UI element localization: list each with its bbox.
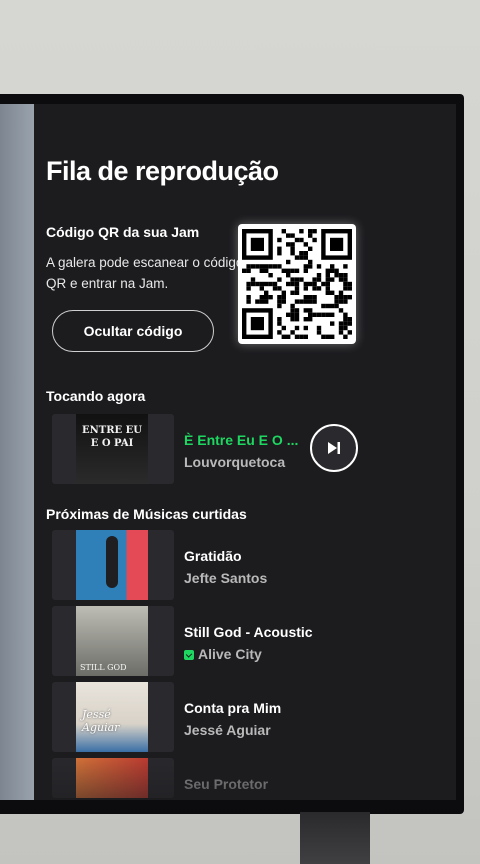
track-cover <box>52 530 174 600</box>
page-title: Fila de reprodução <box>46 156 279 186</box>
track-artist: Alive City <box>198 646 262 662</box>
jam-qr-code <box>238 224 356 344</box>
tv-screen: Fila de reprodução Código QR da sua Jam … <box>0 104 456 800</box>
cover-text: Jessé Aguiar <box>82 708 120 734</box>
track-cover: STILL GOD <box>52 606 174 676</box>
track-cover <box>52 758 174 798</box>
hide-code-button[interactable]: Ocultar código <box>52 310 214 352</box>
queue-row[interactable]: Jessé Aguiar Conta pra Mim Jessé Aguiar <box>52 682 422 752</box>
cover-text: STILL GOD <box>80 663 127 672</box>
background-content-strip <box>0 104 34 800</box>
skip-next-icon <box>328 442 340 454</box>
skip-next-button[interactable] <box>310 424 358 472</box>
tv-stand <box>300 812 370 864</box>
track-title: Conta pra Mim <box>184 700 282 716</box>
now-playing-cover: ENTRE EU E O PAI <box>52 414 174 484</box>
qr-code-icon <box>242 229 352 339</box>
qr-heading: Código QR da sua Jam <box>46 224 200 240</box>
track-cover: Jessé Aguiar <box>52 682 174 752</box>
queue-row[interactable]: Gratidão Jefte Santos <box>52 530 422 600</box>
next-up-label: Próximas de Músicas curtidas <box>46 506 247 522</box>
now-playing-title: È Entre Eu E O ... <box>184 432 299 448</box>
now-playing-label: Tocando agora <box>46 388 146 404</box>
queue-row[interactable]: STILL GOD Still God - Acoustic Alive Cit… <box>52 606 422 676</box>
queue-row[interactable]: Seu Protetor <box>52 758 422 800</box>
track-artist: Jessé Aguiar <box>184 722 271 738</box>
qr-description: A galera pode escanear o código QR e ent… <box>46 255 244 291</box>
track-title: Seu Protetor <box>184 776 269 792</box>
now-playing-row[interactable]: ENTRE EU E O PAI È Entre Eu E O ... Louv… <box>52 414 422 484</box>
track-artist-line: Alive City <box>184 646 262 662</box>
track-artist: Jefte Santos <box>184 570 268 586</box>
track-title: Still God - Acoustic <box>184 624 313 640</box>
cover-text: ENTRE EU E O PAI <box>82 425 142 449</box>
downloaded-icon <box>184 650 194 660</box>
track-title: Gratidão <box>184 548 242 564</box>
cover-figure <box>106 536 118 588</box>
now-playing-artist: Louvorquetoca <box>184 454 286 470</box>
